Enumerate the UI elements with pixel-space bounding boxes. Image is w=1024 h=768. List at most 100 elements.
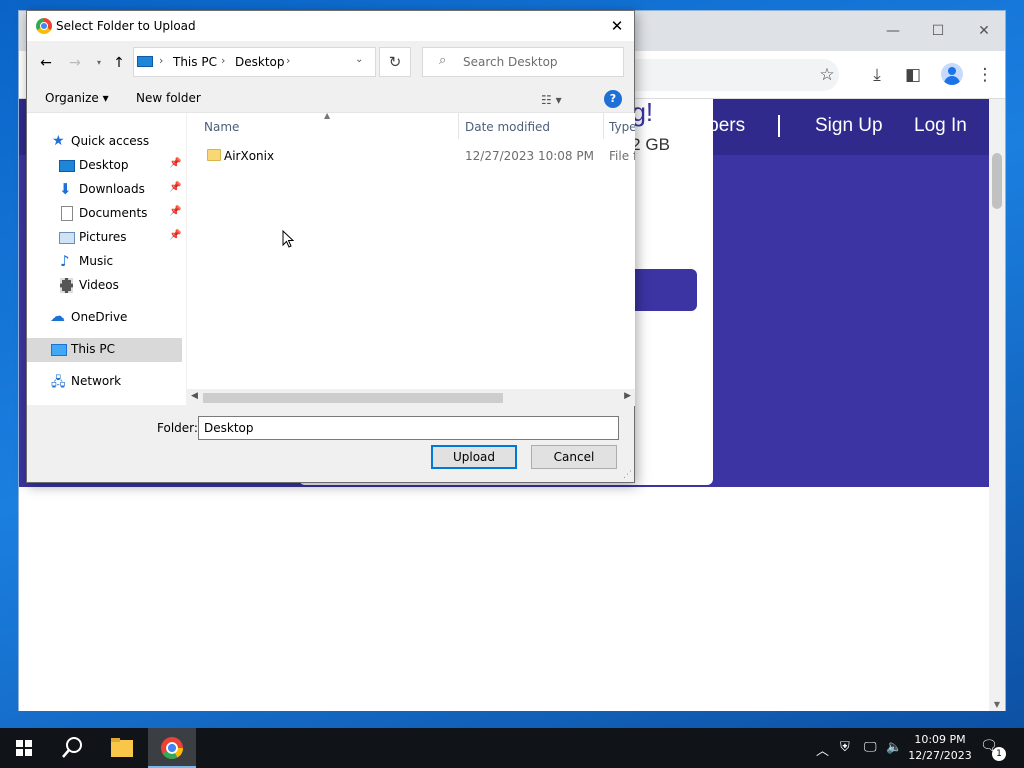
crumb-this-pc[interactable]: This PC — [173, 55, 217, 69]
sidebar-item-pictures[interactable]: Pictures 📌 — [27, 226, 182, 250]
file-name: AirXonix — [224, 149, 275, 163]
address-dropdown-icon[interactable]: ⌄ — [355, 54, 363, 65]
minimize-icon[interactable]: — — [883, 21, 903, 41]
scrollbar-thumb[interactable] — [203, 393, 503, 403]
dialog-close-icon[interactable]: ✕ — [604, 14, 630, 38]
sidebar-item-onedrive[interactable]: ☁ OneDrive — [27, 306, 182, 330]
sidebar-item-label: OneDrive — [71, 310, 128, 324]
pin-icon: 📌 — [169, 158, 182, 169]
organize-menu[interactable]: Organize ▾ — [45, 91, 109, 105]
pin-icon: 📌 — [169, 182, 182, 193]
column-divider[interactable] — [603, 113, 604, 139]
sidebar-item-label: Desktop — [79, 158, 129, 172]
network-tray-icon[interactable]: 🖵 — [864, 740, 877, 755]
refresh-icon[interactable]: ↻ — [379, 47, 411, 77]
resize-grip-icon[interactable]: ⋰ — [623, 470, 632, 480]
search-placeholder: Search Desktop — [463, 55, 558, 69]
navigation-pane: ★ Quick access Desktop 📌 ⬇ Downloads 📌 D… — [27, 113, 186, 405]
sidebar-item-label: Pictures — [79, 230, 127, 244]
clock-time: 10:09 PM — [914, 733, 966, 746]
close-icon[interactable]: ✕ — [974, 21, 994, 41]
column-header-type[interactable]: Type — [609, 120, 635, 134]
forward-arrow-icon[interactable]: → — [65, 53, 85, 73]
scroll-right-icon[interactable]: ▶ — [624, 391, 631, 401]
download-icon: ⬇ — [59, 180, 72, 198]
address-bar[interactable] — [599, 59, 839, 91]
nav-signup-link[interactable]: Sign Up — [815, 115, 883, 137]
start-button[interactable] — [0, 728, 48, 768]
scroll-left-icon[interactable]: ◀ — [191, 391, 198, 401]
search-input[interactable]: ⌕ Search Desktop — [422, 47, 624, 77]
documents-icon — [61, 206, 73, 221]
sidebar-item-label: Music — [79, 254, 114, 268]
sidebar-item-this-pc[interactable]: This PC — [27, 338, 182, 362]
search-icon — [62, 737, 82, 758]
upload-button[interactable]: Upload — [431, 445, 517, 469]
scrollbar-thumb[interactable] — [992, 153, 1002, 209]
dialog-titlebar: Select Folder to Upload ✕ — [27, 11, 634, 41]
this-pc-icon — [137, 56, 153, 67]
sidebar-item-downloads[interactable]: ⬇ Downloads 📌 — [27, 178, 182, 202]
nav-login-link[interactable]: Log In — [914, 115, 967, 137]
file-type: File fo — [609, 149, 635, 163]
sidebar-item-label: Quick access — [71, 134, 150, 148]
file-date: 12/27/2023 10:08 PM — [465, 149, 594, 163]
crumb-chevron-icon[interactable]: › — [159, 54, 163, 67]
sidebar-item-quick-access[interactable]: ★ Quick access — [27, 130, 182, 154]
star-icon: ★ — [52, 133, 65, 149]
crumb-chevron-icon[interactable]: › — [221, 54, 225, 67]
column-header-name[interactable]: Name — [204, 120, 239, 134]
show-hidden-icons-icon[interactable]: ︿ — [816, 740, 829, 759]
breadcrumb[interactable]: › This PC › Desktop › ⌄ — [133, 47, 376, 77]
sidebar-item-videos[interactable]: Videos — [27, 274, 182, 298]
sidebar-item-documents[interactable]: Documents 📌 — [27, 202, 182, 226]
search-taskbar-button[interactable] — [48, 728, 96, 768]
mouse-cursor-icon — [282, 230, 294, 248]
nav-separator — [778, 115, 780, 137]
side-panel-icon[interactable]: ◧ — [901, 63, 925, 87]
sidebar-item-desktop[interactable]: Desktop 📌 — [27, 154, 182, 178]
security-tray-icon[interactable]: ⛨ — [840, 740, 850, 755]
back-arrow-icon[interactable]: ← — [36, 53, 56, 73]
music-icon: ♪ — [60, 252, 70, 270]
bookmark-star-icon[interactable]: ☆ — [815, 63, 839, 87]
column-divider[interactable] — [458, 113, 459, 139]
pictures-icon — [59, 232, 75, 244]
volume-muted-icon[interactable]: 🔈 — [886, 740, 902, 755]
folder-field[interactable]: Desktop — [198, 416, 619, 440]
profile-avatar-icon[interactable] — [941, 63, 963, 85]
sidebar-item-music[interactable]: ♪ Music — [27, 250, 182, 274]
search-icon: ⌕ — [439, 53, 447, 68]
crumb-chevron-icon[interactable]: › — [286, 54, 290, 67]
sidebar-item-label: Network — [71, 374, 122, 388]
folder-icon — [207, 149, 221, 161]
page-scrollbar[interactable]: ▼ — [989, 99, 1005, 711]
maximize-icon[interactable]: ☐ — [928, 21, 948, 41]
scroll-down-icon[interactable]: ▼ — [989, 700, 1005, 709]
horizontal-scrollbar[interactable]: ◀ ▶ — [187, 389, 635, 406]
notification-badge: 1 — [992, 747, 1006, 761]
folder-icon — [111, 738, 133, 757]
download-icon[interactable]: ⤓ — [865, 63, 889, 87]
taskbar: ︿ ⛨ 🖵 🔈 10:09 PM 12/27/2023 🗨 1 — [0, 728, 1024, 768]
crumb-desktop[interactable]: Desktop — [235, 55, 285, 69]
up-arrow-icon[interactable]: ↑ — [109, 53, 129, 73]
videos-icon — [60, 278, 73, 293]
sidebar-item-network[interactable]: 🖧 Network — [27, 370, 182, 394]
clock-date: 12/27/2023 — [908, 749, 972, 762]
view-options-icon[interactable]: ☷ ▾ — [541, 93, 562, 107]
sort-ascending-icon: ▲ — [324, 111, 331, 120]
chrome-taskbar-button[interactable] — [148, 728, 196, 768]
file-list: Name Date modified Type AirXonix 12/27/2… — [187, 113, 635, 405]
cancel-button[interactable]: Cancel — [531, 445, 617, 469]
kebab-menu-icon[interactable]: ⋮ — [973, 63, 997, 87]
column-header-date[interactable]: Date modified — [465, 120, 550, 134]
recent-locations-chevron-icon[interactable]: ▾ — [89, 53, 109, 73]
help-icon[interactable]: ? — [604, 90, 622, 108]
file-explorer-taskbar-button[interactable] — [98, 728, 146, 768]
chrome-logo-icon — [161, 737, 183, 759]
sidebar-item-label: Documents — [79, 206, 148, 220]
new-folder-button[interactable]: New folder — [136, 91, 201, 105]
system-clock[interactable]: 10:09 PM 12/27/2023 — [904, 732, 976, 764]
organize-label: Organize — [45, 91, 99, 105]
